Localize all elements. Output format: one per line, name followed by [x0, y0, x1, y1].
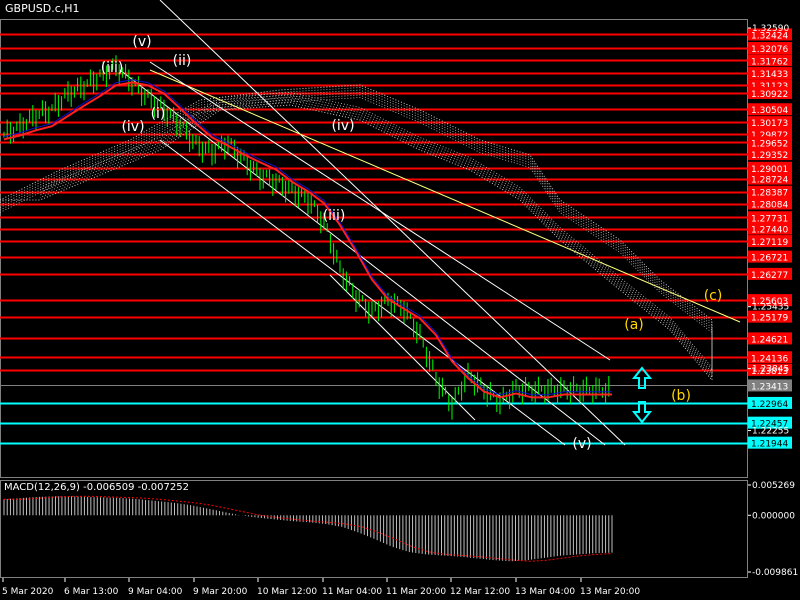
- wave-label: (v): [572, 436, 591, 452]
- channel-line: [329, 274, 476, 421]
- red-level-label: 1.31762: [751, 57, 788, 67]
- macd-title: MACD(12,26,9) -0.006509 -0.007252: [4, 482, 189, 493]
- wave-label: (ii): [173, 53, 192, 69]
- red-level-label: 1.27119: [751, 238, 788, 248]
- price-tick-label: 1.25435: [752, 303, 789, 313]
- chart-canvas[interactable]: (v) (iii) (ii) (iv) (i) (iv) (iii) (v) (a) (b) (c)…: [0, 0, 800, 600]
- red-level-label: 1.30504: [751, 106, 788, 116]
- time-tick-label: 11 Mar 04:00: [322, 587, 382, 597]
- arrows: [631, 366, 653, 424]
- ma-red-line: [3, 81, 612, 399]
- price-tick-label: 1.23845: [752, 365, 789, 375]
- red-level-label: 1.29652: [751, 139, 788, 149]
- red-level-label: 1.24621: [751, 335, 788, 345]
- cloud-band-fill: [0, 87, 713, 379]
- macd-tick-label: -0.009861: [752, 568, 798, 578]
- red-level-label: 1.29352: [751, 151, 788, 161]
- macd-tick-label: 0.000000: [752, 511, 795, 521]
- wave-label: (c): [704, 288, 723, 304]
- time-tick-label: 10 Mar 12:00: [257, 587, 317, 597]
- moving-averages: [3, 79, 612, 399]
- wave-label: (b): [671, 388, 691, 404]
- red-level-label: 1.25179: [751, 314, 788, 324]
- time-tick-label: 13 Mar 20:00: [580, 587, 640, 597]
- trend-line-white: [149, 61, 611, 361]
- time-tick-label: 5 Mar 2020: [2, 587, 54, 597]
- trend-line-yellow: [149, 69, 741, 323]
- price-tick-label: 1.32590: [752, 24, 789, 34]
- price-tick-label: 1.22255: [752, 427, 789, 437]
- time-tick-label: 11 Mar 20:00: [386, 587, 446, 597]
- cloud-band-fill: [0, 94, 713, 372]
- red-level-label: 1.31433: [751, 70, 788, 80]
- red-level-label: 1.27440: [751, 226, 788, 236]
- down-arrow-icon: [631, 401, 653, 424]
- red-level-label: 1.32076: [751, 45, 788, 55]
- channel-line: [159, 0, 626, 446]
- time-tick-label: 13 Mar 04:00: [515, 587, 575, 597]
- red-level-label: 1.24136: [751, 354, 788, 364]
- cyan-level-label: 1.22964: [751, 400, 788, 410]
- price-axis: 1.324241.320761.317621.314331.311231.309…: [748, 24, 792, 450]
- wave-labels: (v) (iii) (ii) (iv) (i) (iv) (iii) (v) (a) (b) (c): [101, 34, 723, 452]
- red-level-label: 1.30922: [751, 90, 788, 100]
- macd-panel: 0.005269 0.000000 -0.009861: [3, 481, 798, 578]
- wave-label: (a): [624, 317, 644, 333]
- current-price-label: 1.23413: [751, 382, 788, 392]
- cloud-band-fill: [0, 89, 713, 377]
- wave-label: (i): [151, 106, 166, 122]
- time-tick-label: 6 Mar 13:00: [64, 587, 119, 597]
- time-axis: 5 Mar 2020 6 Mar 13:00 9 Mar 04:00 9 Mar 20…: [2, 578, 640, 597]
- macd-signal-line: [4, 495, 613, 562]
- cyan-level-label: 1.21944: [751, 440, 788, 450]
- wave-label: (iii): [323, 208, 346, 224]
- ma-blue-line: [3, 79, 612, 396]
- time-tick-label: 9 Mar 04:00: [128, 587, 183, 597]
- red-level-label: 1.28387: [751, 189, 788, 199]
- red-level-label: 1.28724: [751, 176, 788, 186]
- wave-label: (iv): [331, 118, 354, 134]
- macd-tick-label: 0.005269: [752, 481, 795, 491]
- red-level-label: 1.26277: [751, 271, 788, 281]
- time-tick-label: 9 Mar 20:00: [193, 587, 248, 597]
- wave-label: (v): [132, 34, 151, 50]
- red-level-label: 1.28084: [751, 201, 788, 211]
- red-level-label: 1.26721: [751, 254, 788, 264]
- time-tick-label: 12 Mar 12:00: [450, 587, 510, 597]
- cloud-band: [0, 84, 713, 382]
- cloud-dots: [0, 84, 713, 382]
- red-level-label: 1.30173: [751, 119, 788, 129]
- wave-label: (iii): [101, 60, 124, 76]
- wave-label: (iv): [121, 119, 144, 135]
